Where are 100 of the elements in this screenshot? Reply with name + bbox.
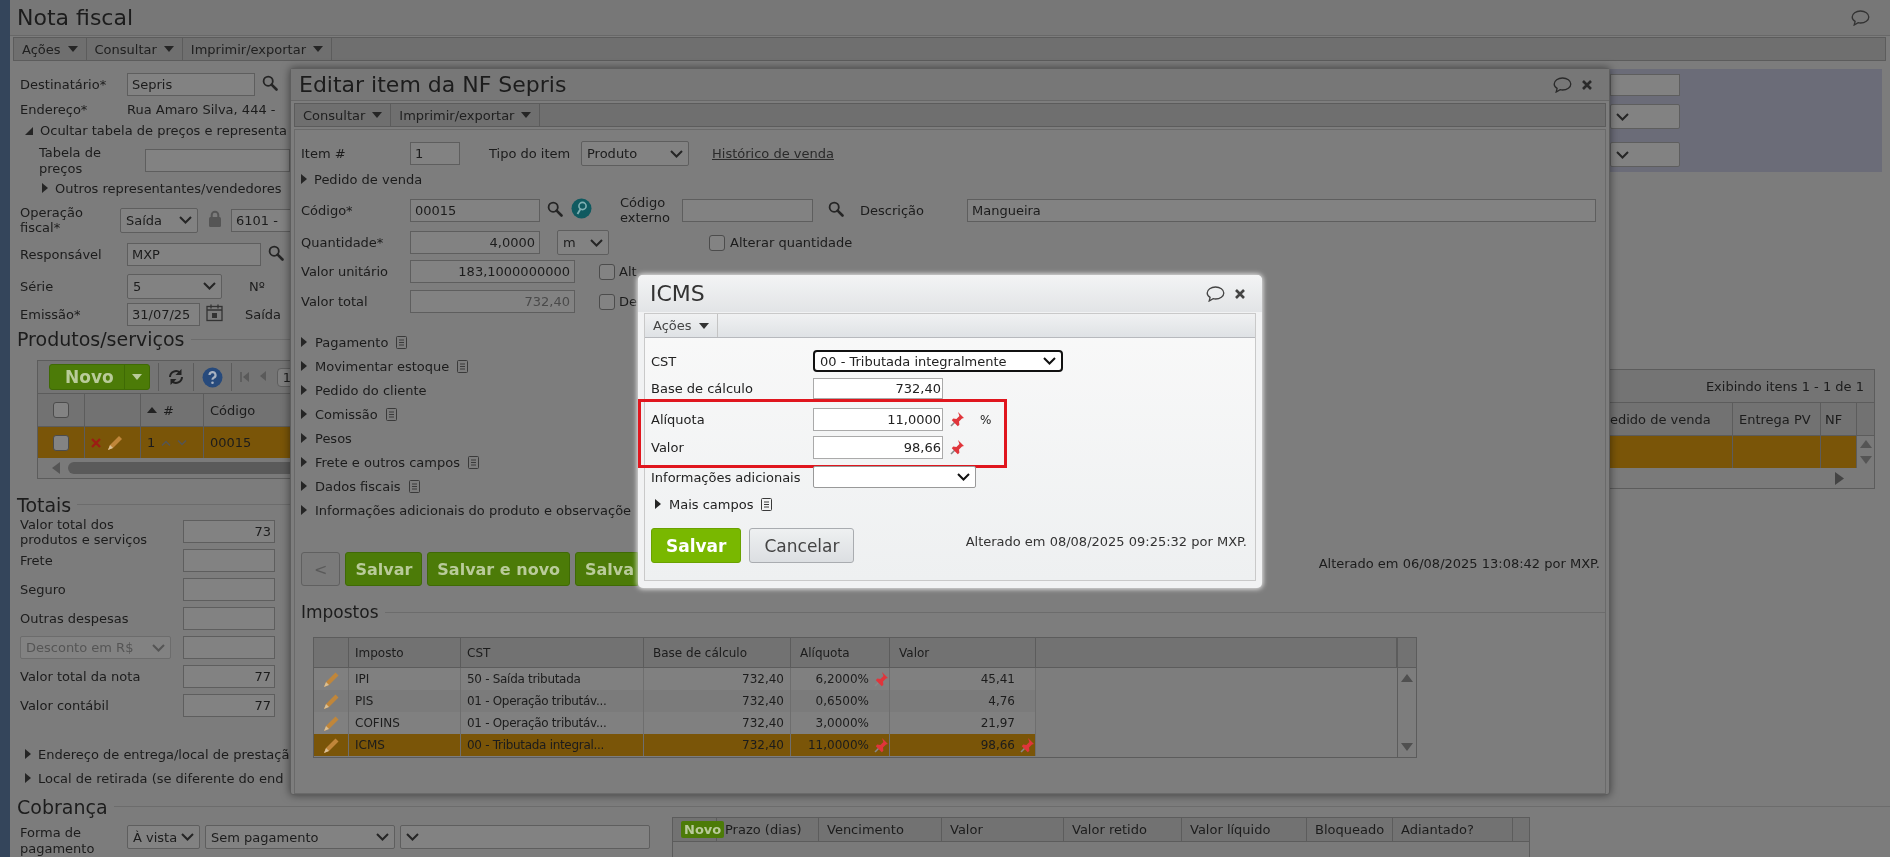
document-icon[interactable] xyxy=(761,497,773,511)
pencil-icon[interactable] xyxy=(322,736,340,754)
section-toggle[interactable]: Informações adicionais do produto e observaçõe xyxy=(315,502,632,518)
column-header[interactable]: Alíquota xyxy=(800,645,850,660)
section-toggle[interactable]: Movimentar estoque xyxy=(315,358,450,374)
select-field[interactable] xyxy=(400,825,650,849)
input-field[interactable]: 183,1000000000 xyxy=(410,260,575,283)
section-toggle[interactable]: Ocultar tabela de preços e representa xyxy=(40,123,288,138)
input-field[interactable]: Sepris xyxy=(127,73,255,96)
menu-item[interactable]: Ações xyxy=(645,314,718,337)
checkbox[interactable] xyxy=(709,234,725,251)
column-header[interactable]: NF xyxy=(1825,411,1843,427)
save-button[interactable]: Salvar xyxy=(345,552,423,586)
section-toggle[interactable]: Mais campos xyxy=(669,496,754,512)
pencil-icon[interactable] xyxy=(322,714,340,732)
input-field[interactable]: 4,0000 xyxy=(410,231,540,254)
select-field[interactable]: Sem pagamento xyxy=(205,825,395,849)
scroll-left-icon[interactable] xyxy=(52,462,60,474)
search-icon[interactable] xyxy=(547,200,563,217)
save-button[interactable]: Salva xyxy=(575,552,639,586)
column-header[interactable]: Imposto xyxy=(355,645,404,660)
first-page-icon[interactable] xyxy=(239,371,250,383)
section-toggle[interactable]: Outros representantes/vendedores xyxy=(55,180,282,196)
page-number[interactable]: 1 xyxy=(276,367,290,387)
history-link[interactable]: Histórico de venda xyxy=(712,146,834,161)
column-header[interactable]: Valor xyxy=(950,822,983,837)
checkbox[interactable] xyxy=(53,402,69,418)
select-field[interactable]: Produto xyxy=(581,141,689,166)
help-icon[interactable] xyxy=(201,366,223,388)
input-field[interactable] xyxy=(682,198,813,222)
column-header[interactable]: Base de cálculo xyxy=(653,645,747,660)
menu-item[interactable]: Ações xyxy=(14,38,87,60)
scroll-down-icon[interactable] xyxy=(1401,743,1413,751)
column-header[interactable]: Vencimento xyxy=(827,822,904,837)
column-header[interactable]: # xyxy=(141,394,204,426)
save-button[interactable]: Salvar e novo xyxy=(427,552,571,586)
section-toggle[interactable]: Frete e outros campos xyxy=(315,454,460,470)
calendar-icon[interactable] xyxy=(206,303,224,322)
input-field[interactable] xyxy=(183,578,275,601)
input-field[interactable]: 11,0000 xyxy=(813,408,943,431)
collapse-icon[interactable] xyxy=(25,126,33,135)
section-toggle[interactable]: Pedido de venda xyxy=(314,171,423,187)
menu-item[interactable]: Consultar xyxy=(86,38,183,60)
refresh-icon[interactable] xyxy=(166,368,185,386)
search-icon[interactable] xyxy=(262,75,278,91)
close-icon[interactable] xyxy=(1234,287,1246,300)
section-toggle[interactable]: Dados fiscais xyxy=(315,478,401,494)
column-header[interactable]: Entrega PV xyxy=(1739,411,1811,427)
scroll-up-icon[interactable] xyxy=(1401,674,1413,682)
section-toggle[interactable]: Endereço de entrega/local de prestaçã xyxy=(38,746,290,762)
menu-item[interactable]: Consultar xyxy=(295,104,392,126)
menu-item[interactable]: Imprimir/exportar xyxy=(182,38,332,60)
table-row[interactable]: ICMS 00 - Tributada integral... 732,40 11,0000% 98,66 xyxy=(314,734,1036,756)
input-field[interactable]: 73 xyxy=(183,520,275,543)
select-field[interactable]: Saída xyxy=(120,207,198,233)
section-toggle[interactable]: Comissão xyxy=(315,406,378,422)
expand-icon[interactable] xyxy=(655,499,661,509)
section-toggle[interactable]: Local de retirada (se diferente do end xyxy=(38,770,284,786)
checkbox[interactable] xyxy=(599,293,615,310)
input-field[interactable] xyxy=(183,549,275,572)
scroll-down-icon[interactable] xyxy=(1859,456,1872,464)
chat-icon[interactable] xyxy=(1206,285,1225,302)
input-field[interactable]: 77 xyxy=(183,694,275,717)
pencil-icon[interactable] xyxy=(107,434,123,451)
pencil-icon[interactable] xyxy=(322,670,340,688)
column-header[interactable]: Bloqueado xyxy=(1315,822,1385,837)
column-header[interactable]: Prazo (dias) xyxy=(725,822,802,837)
select-field[interactable] xyxy=(1610,142,1680,167)
input-field[interactable]: MXP xyxy=(127,243,261,266)
input-field[interactable]: 1 xyxy=(410,142,460,165)
scroll-right-icon[interactable] xyxy=(1835,471,1844,485)
input-field[interactable]: 00015 xyxy=(410,198,540,222)
input-field[interactable] xyxy=(183,636,275,659)
checkbox[interactable] xyxy=(53,434,69,451)
new-button[interactable]: Novo xyxy=(49,364,150,390)
previous-page-icon[interactable] xyxy=(258,369,266,382)
section-toggle[interactable]: Pagamento xyxy=(315,334,389,350)
scrollbar-thumb[interactable] xyxy=(68,462,290,474)
select-field[interactable]: m xyxy=(557,230,609,255)
input-field[interactable]: 732,40 xyxy=(813,378,943,399)
pencil-icon[interactable] xyxy=(322,692,340,710)
save-button[interactable]: Salvar xyxy=(651,528,742,563)
scrollbar-track[interactable] xyxy=(1397,638,1416,757)
input-field[interactable] xyxy=(1610,74,1680,96)
magnifier-badge-icon[interactable] xyxy=(571,198,592,219)
section-toggle[interactable]: Pedido do cliente xyxy=(315,382,427,398)
section-toggle[interactable]: Pesos xyxy=(315,430,352,446)
select-field[interactable] xyxy=(813,466,976,488)
cancel-button[interactable]: Cancelar xyxy=(749,528,855,563)
select-field[interactable] xyxy=(1610,104,1680,129)
input-field[interactable] xyxy=(145,149,290,172)
select-field[interactable]: 5 xyxy=(127,273,222,299)
column-header[interactable]: Valor xyxy=(899,645,930,660)
column-header[interactable]: Valor retido xyxy=(1072,822,1147,837)
column-header[interactable]: edido de venda xyxy=(1610,411,1711,427)
column-header[interactable]: CST xyxy=(467,645,491,660)
menu-item[interactable]: Imprimir/exportar xyxy=(391,104,541,126)
scroll-up-icon[interactable] xyxy=(1859,440,1872,448)
checkbox[interactable] xyxy=(599,263,615,280)
new-button[interactable]: Novo xyxy=(681,821,725,838)
